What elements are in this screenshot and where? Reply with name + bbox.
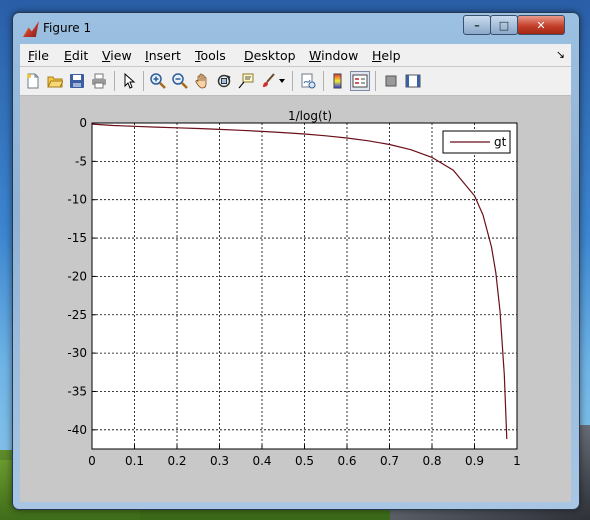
y-tick-label: 0 [79,116,87,130]
data-cursor-icon[interactable] [236,71,256,91]
close-button[interactable]: ✕ [517,15,565,35]
y-tick-label: -35 [67,384,87,398]
menu-tools[interactable]: Tools [195,48,226,63]
menu-desktop[interactable]: Desktop [244,48,296,63]
figure-window: Figure 1 – □ ✕ File Edit View Insert Too… [12,12,580,510]
y-tick-label: -15 [67,231,87,245]
figure-toolbar [20,67,571,96]
x-tick-label: 0 [88,454,96,468]
x-tick-label: 0.2 [167,454,186,468]
x-tick-label: 0.9 [465,454,484,468]
open-file-icon[interactable] [45,71,65,91]
menu-view[interactable]: View [102,48,132,63]
toolbar-separator [114,71,115,91]
zoom-in-icon[interactable] [148,71,168,91]
window-client: File Edit View Insert Tools Desktop Wind… [20,44,571,502]
minimize-button[interactable]: – [463,15,491,35]
save-icon[interactable] [67,71,87,91]
legend[interactable]: gt [442,130,511,154]
x-tick-label: 0.7 [380,454,399,468]
maximize-button[interactable]: □ [490,15,518,35]
plot-svg: 1/log(t) 0 0.1 0.2 0.3 0.4 0.5 0.6 0.7 0.8 0.9 1 0… [67,109,521,468]
pan-hand-icon[interactable] [192,71,212,91]
x-tick-label: 1 [513,454,521,468]
dock-arrow-icon[interactable]: ↘ [556,48,565,61]
window-title: Figure 1 [43,21,92,35]
x-tick-label: 0.6 [337,454,356,468]
toolbar-separator [323,71,324,91]
plot-title: 1/log(t) [288,109,332,123]
chevron-down-icon[interactable] [277,71,287,91]
menu-edit[interactable]: Edit [64,48,88,63]
toolbar-separator [143,71,144,91]
y-tick-label: -25 [67,308,87,322]
insert-colorbar-icon[interactable] [328,71,348,91]
rotate-3d-icon[interactable] [214,71,234,91]
new-figure-icon[interactable] [23,71,43,91]
legend-label-gt: gt [494,135,507,149]
toolbar-separator [375,71,376,91]
y-tick-label: -5 [75,154,87,168]
toolbar-separator [292,71,293,91]
x-tick-label: 0.5 [295,454,314,468]
insert-legend-icon[interactable] [350,71,370,91]
link-plot-icon[interactable] [298,71,318,91]
edit-plot-arrow-icon[interactable] [119,71,139,91]
brush-icon[interactable] [258,71,278,91]
menu-window[interactable]: Window [309,48,358,63]
y-tick-label: -40 [67,423,87,437]
matlab-logo-icon [23,21,39,37]
menu-file[interactable]: File [28,48,49,63]
zoom-out-icon[interactable] [170,71,190,91]
x-tick-label: 0.4 [252,454,271,468]
y-tick-label: -30 [67,346,87,360]
show-plot-tools-icon[interactable] [403,71,423,91]
x-tick-label: 0.1 [125,454,144,468]
menu-help[interactable]: Help [372,48,401,63]
figure-canvas: 1/log(t) 0 0.1 0.2 0.3 0.4 0.5 0.6 0.7 0.8 0.9 1 0… [20,96,571,502]
menu-bar: File Edit View Insert Tools Desktop Wind… [20,44,571,67]
print-icon[interactable] [89,71,109,91]
y-tick-label: -20 [67,269,87,283]
x-tick-label: 0.8 [422,454,441,468]
title-bar[interactable]: Figure 1 – □ ✕ [13,13,579,43]
y-tick-label: -10 [67,193,87,207]
x-tick-label: 0.3 [210,454,229,468]
menu-insert[interactable]: Insert [145,48,181,63]
hide-plot-tools-icon[interactable] [381,71,401,91]
